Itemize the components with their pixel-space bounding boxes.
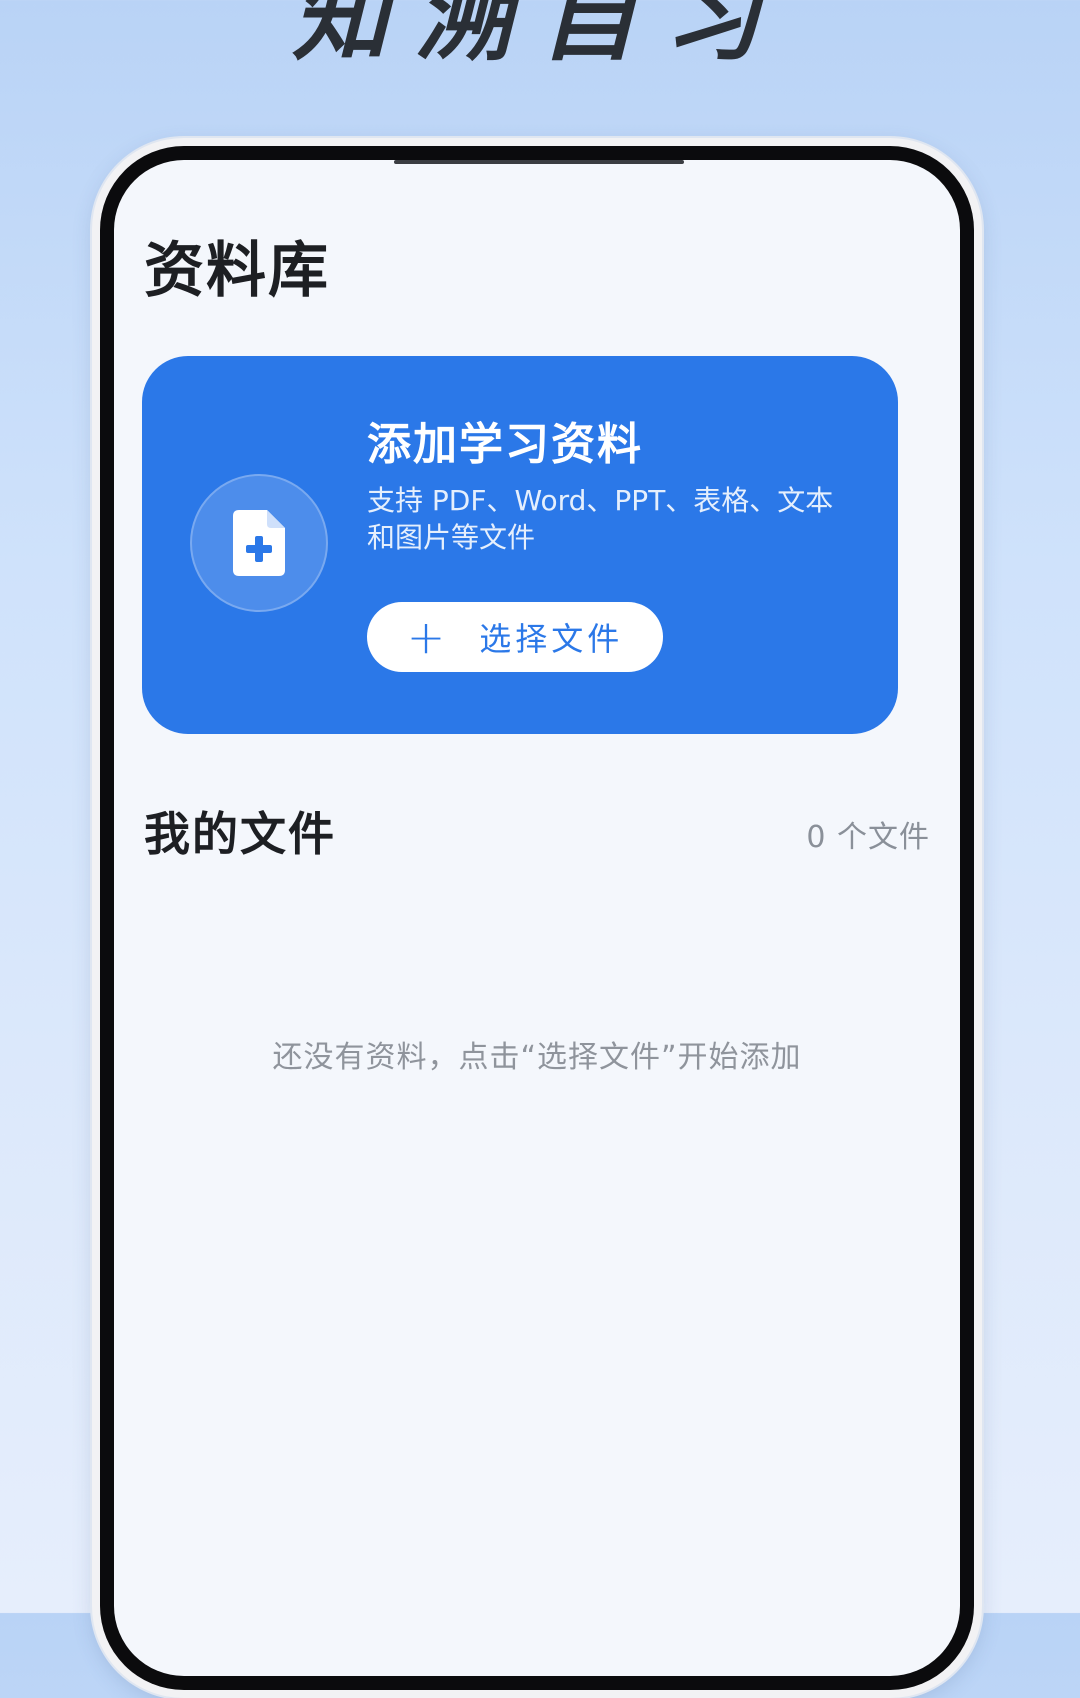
upload-card: 添加学习资料 支持 PDF、Word、PPT、表格、文本和图片等文件 + 选择文… [142,356,898,734]
my-files-title: 我的文件 [144,807,336,861]
app-screen: 资料库 添加学习资料 支持 PDF、Word、PPT、表格、文本和图片等文件 +… [114,160,960,1676]
phone-bezel: 资料库 添加学习资料 支持 PDF、Word、PPT、表格、文本和图片等文件 +… [100,146,974,1690]
file-icon-circle [190,474,328,612]
upload-card-title: 添加学习资料 [367,419,643,470]
choose-file-button[interactable]: + 选择文件 [367,602,663,672]
file-plus-icon [233,510,285,576]
file-count: 0 个文件 [806,820,930,855]
plus-icon: + [406,610,450,664]
phone-frame: 资料库 添加学习资料 支持 PDF、Word、PPT、表格、文本和图片等文件 +… [92,138,982,1698]
choose-file-label: 选择文件 [479,620,624,658]
page-title: 资料库 [144,236,330,306]
notch-line [394,160,684,164]
banner-title: 知溯自习 [292,0,788,74]
upload-card-description: 支持 PDF、Word、PPT、表格、文本和图片等文件 [367,484,834,554]
empty-state-hint: 还没有资料，点击“选择文件”开始添加 [272,1040,802,1075]
